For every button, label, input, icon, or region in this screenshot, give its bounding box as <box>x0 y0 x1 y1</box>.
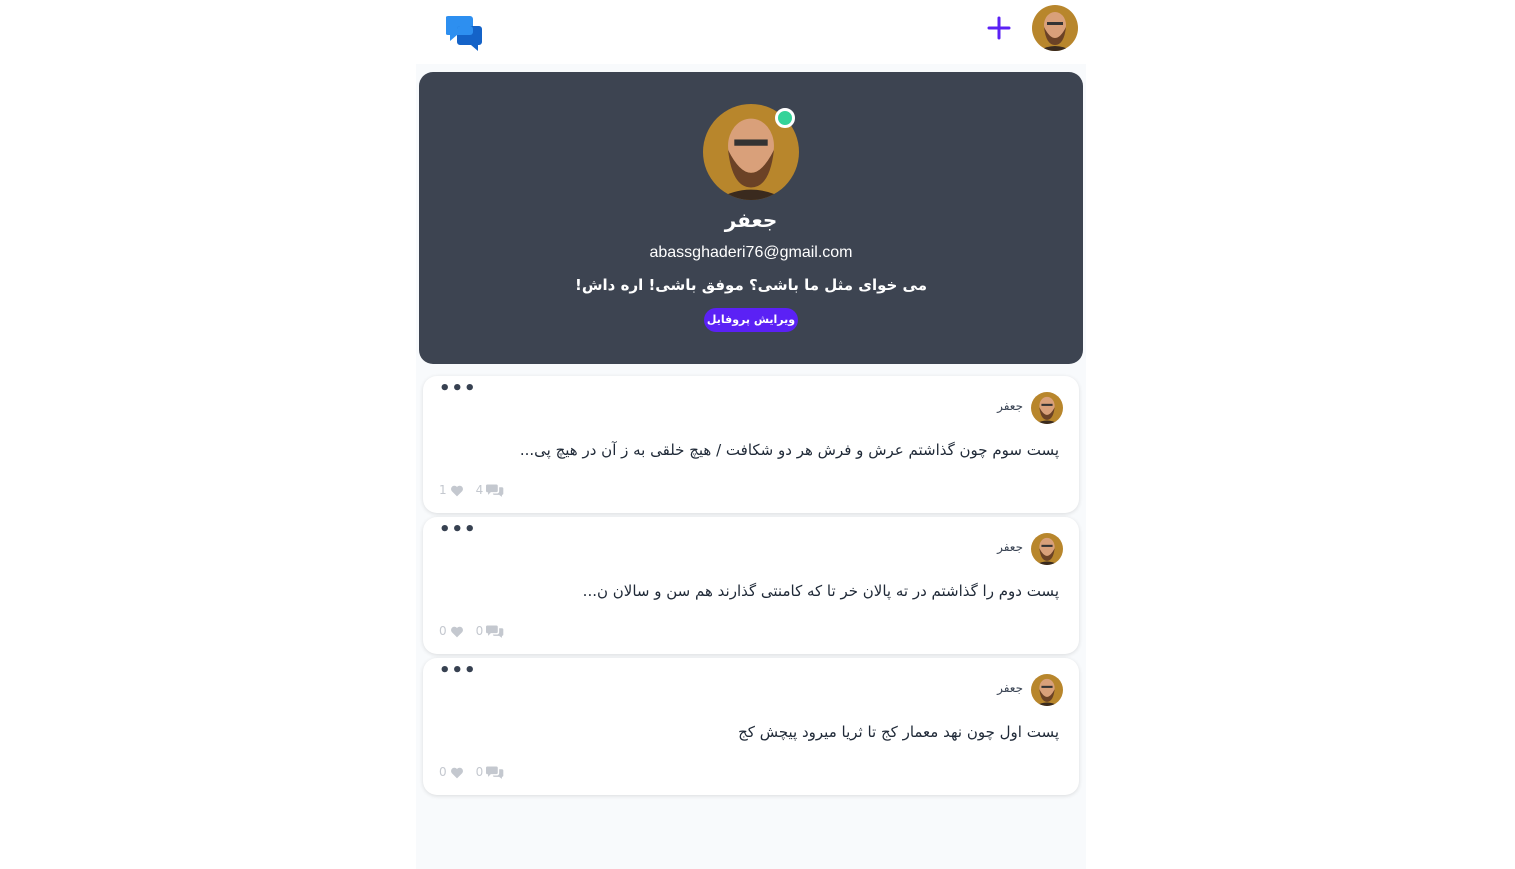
post-author-name[interactable]: جعفر <box>997 681 1023 695</box>
post-card: ••• جعفر پست اول چون نهد معمار کج تا ثری… <box>423 658 1079 795</box>
more-options-icon[interactable]: ••• <box>439 380 476 404</box>
profile-card: جعفر abassghaderi76@gmail.com می خوای مث… <box>419 72 1083 364</box>
profile-avatar-container <box>703 104 799 200</box>
post-stats: 1 4 <box>439 482 504 498</box>
comment-count: 0 <box>475 624 484 638</box>
comment-button[interactable]: 4 <box>476 483 505 497</box>
comment-count: 0 <box>475 765 484 779</box>
post-author-name[interactable]: جعفر <box>997 399 1023 413</box>
like-count: 0 <box>439 624 447 638</box>
like-button[interactable]: 0 <box>439 624 464 638</box>
add-post-button[interactable] <box>986 15 1012 41</box>
heart-icon <box>450 485 463 496</box>
top-bar <box>416 0 1086 64</box>
comments-icon <box>486 484 504 497</box>
plus-icon <box>987 16 1011 40</box>
post-stats: 0 0 <box>439 623 504 639</box>
profile-bio: می خوای مثل ما باشی؟ موفق باشی! اره داش! <box>574 276 928 294</box>
like-button[interactable]: 0 <box>439 765 464 779</box>
comments-icon <box>486 766 504 779</box>
post-card: ••• جعفر پست دوم را گذاشتم در ته پالان خ… <box>423 517 1079 654</box>
heart-icon <box>450 626 463 637</box>
post-stats: 0 0 <box>439 764 504 780</box>
comment-button[interactable]: 0 <box>476 765 505 779</box>
comment-button[interactable]: 0 <box>476 624 505 638</box>
post-author-avatar[interactable] <box>1031 674 1063 706</box>
edit-profile-button[interactable]: ویرایش پروفایل <box>704 308 798 332</box>
heart-icon <box>450 767 463 778</box>
more-options-icon[interactable]: ••• <box>439 521 476 545</box>
post-text[interactable]: پست اول چون نهد معمار کج تا ثریا میرود پ… <box>459 723 1059 741</box>
chat-bubbles-icon[interactable] <box>445 14 484 52</box>
like-count: 0 <box>439 765 447 779</box>
like-button[interactable]: 1 <box>439 483 464 497</box>
more-options-icon[interactable]: ••• <box>439 662 476 686</box>
comment-count: 4 <box>475 483 484 497</box>
profile-name: جعفر <box>724 208 778 232</box>
post-text[interactable]: پست سوم چون گذاشتم عرش و فرش هر دو شکافت… <box>459 441 1059 459</box>
like-count: 1 <box>439 483 447 497</box>
post-author-avatar[interactable] <box>1031 533 1063 565</box>
post-author-avatar[interactable] <box>1031 392 1063 424</box>
online-status-indicator <box>775 108 795 128</box>
post-text[interactable]: پست دوم را گذاشتم در ته پالان خر تا که ک… <box>459 582 1059 600</box>
post-author-name[interactable]: جعفر <box>997 540 1023 554</box>
user-avatar[interactable] <box>1032 5 1078 51</box>
post-card: ••• جعفر پست سوم چون گذاشتم عرش و فرش هر… <box>423 376 1079 513</box>
profile-email: abassghaderi76@gmail.com <box>649 244 853 261</box>
comments-icon <box>486 625 504 638</box>
